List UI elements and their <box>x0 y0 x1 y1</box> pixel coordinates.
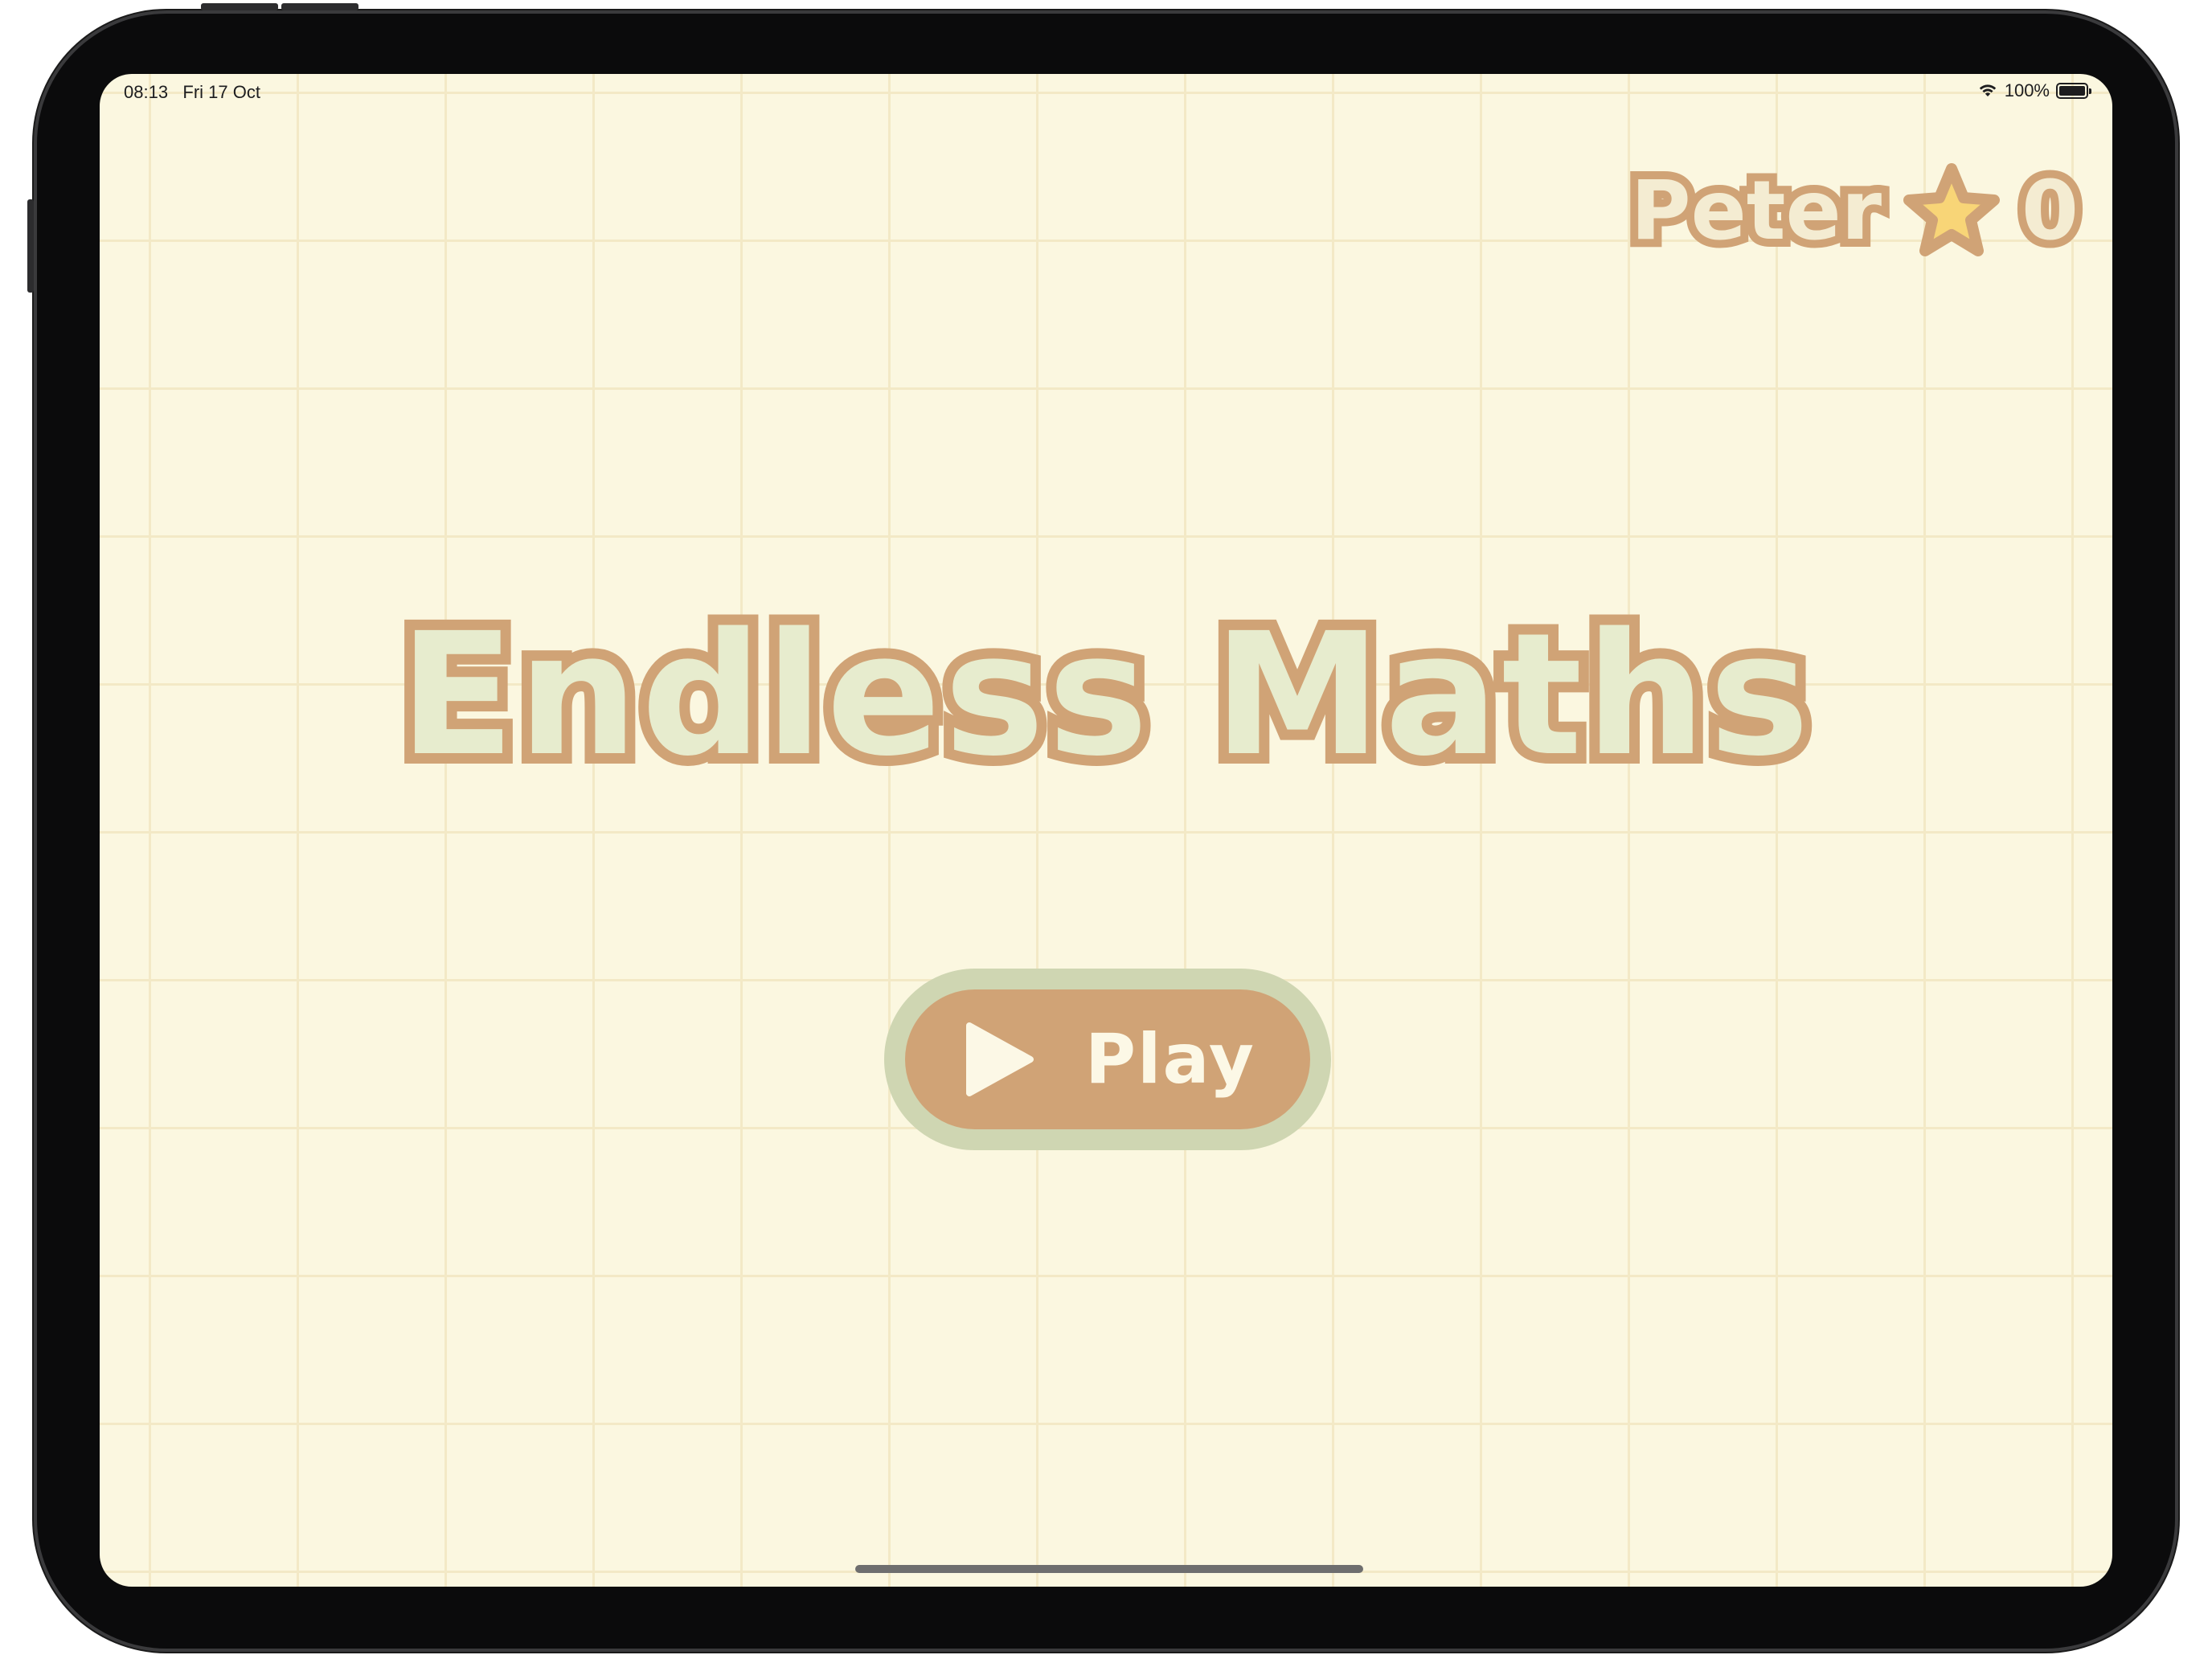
player-badge: Peter 0 <box>1623 155 2087 267</box>
side-button <box>27 199 34 293</box>
play-button-label: Play <box>1085 1019 1256 1100</box>
player-score: 0 <box>2013 155 2087 267</box>
status-bar: 08:13 Fri 17 Oct 100% <box>100 74 2112 109</box>
status-date: Fri 17 Oct <box>182 82 260 102</box>
battery-icon <box>2056 83 2091 99</box>
play-button[interactable]: Play <box>884 969 1331 1150</box>
wifi-icon <box>1979 84 1996 96</box>
status-time: 08:13 Fri 17 Oct <box>124 82 260 103</box>
top-button-2 <box>281 3 358 10</box>
star-icon <box>1903 163 2001 256</box>
status-clock: 08:13 <box>124 82 169 102</box>
battery-percent: 100% <box>2004 80 2050 100</box>
top-button <box>201 3 278 10</box>
app-title: Endless Maths <box>389 586 1820 804</box>
app-screen: 08:13 Fri 17 Oct 100% Peter 0 Endless Ma… <box>100 74 2112 1587</box>
battery-level <box>2059 86 2085 96</box>
home-indicator[interactable] <box>855 1565 1363 1573</box>
player-name: Peter <box>1623 155 1890 267</box>
status-indicators: 100% <box>1977 80 2091 101</box>
play-icon <box>966 1022 1034 1096</box>
